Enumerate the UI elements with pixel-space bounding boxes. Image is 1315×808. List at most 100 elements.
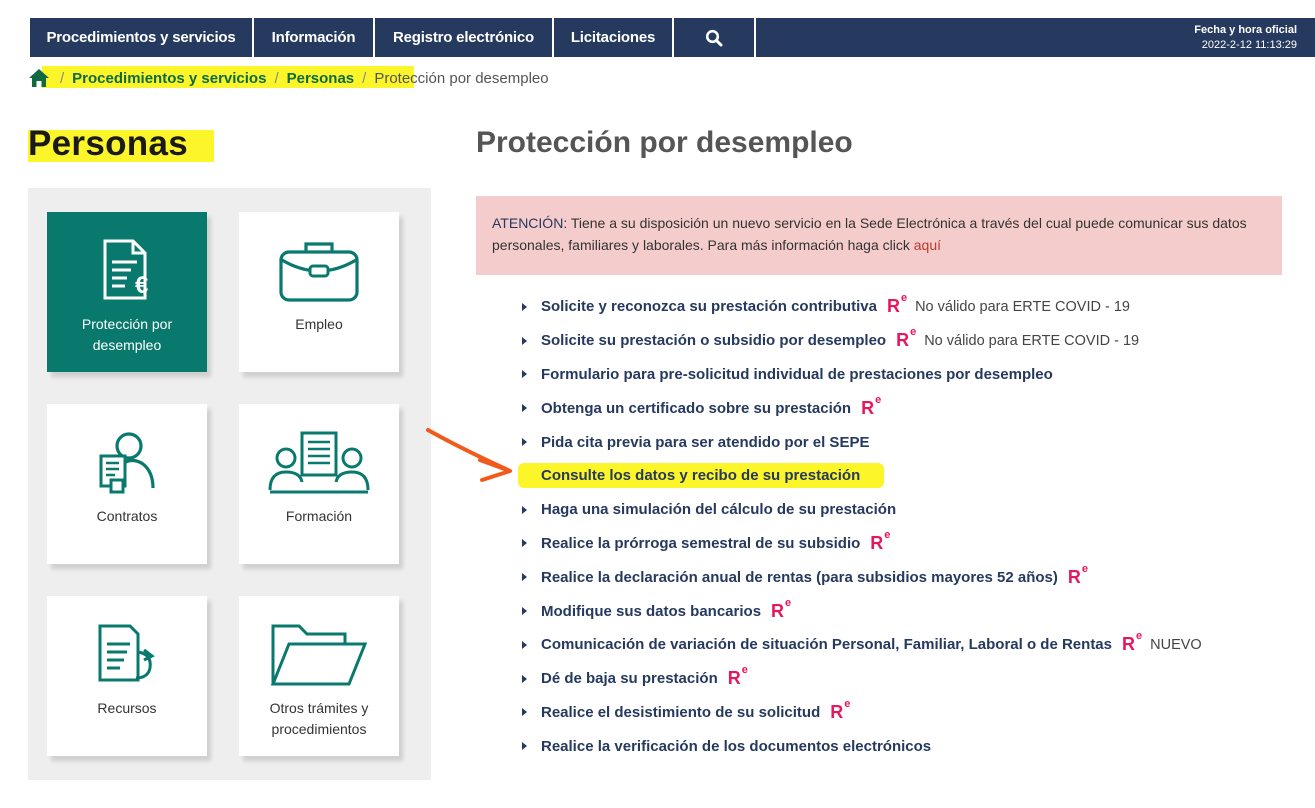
nav-procedimientos[interactable]: Procedimientos y servicios bbox=[30, 18, 254, 57]
attention-alert: ATENCIÓN: Tiene a su disposición un nuev… bbox=[476, 196, 1282, 275]
breadcrumb-separator: / bbox=[60, 69, 65, 87]
caret-right-icon bbox=[522, 674, 527, 683]
service-link[interactable]: Realice la prórroga semestral de su subs… bbox=[541, 535, 860, 552]
re-letter: R bbox=[771, 600, 785, 621]
caret-right-icon bbox=[522, 505, 527, 514]
re-superscript: e bbox=[875, 393, 882, 406]
service-link[interactable]: Solicite y reconozca su prestación contr… bbox=[541, 298, 877, 315]
breadcrumb-separator: / bbox=[274, 69, 279, 87]
service-link[interactable]: Obtenga un certificado sobre su prestaci… bbox=[541, 400, 851, 417]
caret-right-icon bbox=[522, 336, 527, 345]
re-superscript: e bbox=[741, 664, 748, 677]
service-item[interactable]: Solicite su prestación o subsidio por de… bbox=[522, 324, 1202, 358]
section-title-wrap: Personas bbox=[28, 124, 214, 164]
datetime-value: 2022-2-12 11:13:29 bbox=[1201, 38, 1297, 51]
service-item[interactable]: Formulario para pre-solicitud individual… bbox=[522, 358, 1202, 392]
service-item[interactable]: Obtenga un certificado sobre su prestaci… bbox=[522, 391, 1202, 425]
alert-link-aqui[interactable]: aquí bbox=[914, 237, 941, 253]
re-letter: R bbox=[1067, 566, 1081, 587]
re-superscript: e bbox=[910, 326, 917, 339]
page-title: Protección por desempleo bbox=[476, 126, 853, 159]
service-item[interactable]: Comunicación de variación de situación P… bbox=[522, 628, 1202, 662]
contract-person-icon bbox=[97, 404, 157, 496]
re-superscript: e bbox=[844, 697, 851, 710]
service-link[interactable]: Consulte los datos y recibo de su presta… bbox=[541, 467, 860, 484]
breadcrumb: / Procedimientos y servicios / Personas … bbox=[28, 66, 549, 90]
home-icon[interactable] bbox=[28, 67, 52, 89]
service-link[interactable]: Formulario para pre-solicitud individual… bbox=[541, 366, 1053, 383]
breadcrumb-separator: / bbox=[362, 69, 367, 87]
service-link[interactable]: Modifique sus datos bancarios bbox=[541, 603, 761, 620]
nav-licitaciones[interactable]: Licitaciones bbox=[554, 18, 674, 57]
section-title: Personas bbox=[28, 124, 188, 163]
re-superscript: e bbox=[884, 528, 891, 541]
re-letter: R bbox=[896, 330, 910, 351]
card-recursos[interactable]: Recursos bbox=[47, 596, 207, 756]
re-registro-electronico-icon: Re bbox=[771, 597, 791, 622]
service-link[interactable]: Realice la verificación de los documento… bbox=[541, 738, 931, 755]
category-panel: € Protección por desempleo Empleo Contra… bbox=[28, 188, 431, 780]
datetime-title: Fecha y hora oficial bbox=[1194, 23, 1297, 36]
card-proteccion-desempleo[interactable]: € Protección por desempleo bbox=[47, 212, 207, 372]
re-registro-electronico-icon: Re bbox=[896, 326, 916, 351]
service-link[interactable]: Dé de baja su prestación bbox=[541, 670, 718, 687]
re-superscript: e bbox=[1081, 562, 1089, 575]
service-item[interactable]: Consulte los datos y recibo de su presta… bbox=[518, 459, 1202, 493]
search-icon bbox=[705, 29, 723, 46]
breadcrumb-personas[interactable]: Personas bbox=[287, 70, 355, 87]
service-link[interactable]: Haga una simulación del cálculo de su pr… bbox=[541, 501, 896, 518]
card-otros-tramites[interactable]: Otros trámites y procedimientos bbox=[239, 596, 399, 756]
re-letter: R bbox=[830, 701, 844, 722]
service-item[interactable]: Realice la prórroga semestral de su subs… bbox=[522, 527, 1202, 561]
re-letter: R bbox=[727, 668, 741, 689]
re-registro-electronico-icon: Re bbox=[1067, 563, 1088, 588]
nav-search-button[interactable] bbox=[674, 18, 756, 57]
service-item[interactable]: Dé de baja su prestación Re bbox=[522, 662, 1202, 696]
service-link[interactable]: Realice la declaración anual de rentas (… bbox=[541, 569, 1058, 586]
re-registro-electronico-icon: Re bbox=[870, 529, 890, 554]
card-label: Recursos bbox=[97, 700, 157, 716]
re-registro-electronico-icon: Re bbox=[861, 394, 881, 419]
caret-right-icon bbox=[522, 640, 527, 649]
card-label: Formación bbox=[285, 508, 353, 524]
service-link[interactable]: Realice el desistimiento de su solicitud bbox=[541, 704, 820, 721]
caret-right-icon bbox=[522, 302, 527, 311]
card-label: Protección por desempleo bbox=[81, 316, 173, 353]
service-link[interactable]: Solicite su prestación o subsidio por de… bbox=[541, 332, 886, 349]
service-list: Solicite y reconozca su prestación contr… bbox=[518, 290, 1202, 763]
folder-icon bbox=[269, 596, 369, 688]
service-link[interactable]: Comunicación de variación de situación P… bbox=[541, 636, 1112, 653]
service-item[interactable]: Haga una simulación del cálculo de su pr… bbox=[522, 493, 1202, 527]
alert-text: : Tiene a su disposición un nuevo servic… bbox=[492, 215, 1247, 253]
re-superscript: e bbox=[1136, 630, 1143, 643]
service-item[interactable]: Realice la declaración anual de rentas (… bbox=[522, 560, 1202, 594]
re-letter: R bbox=[861, 397, 875, 418]
nav-registro[interactable]: Registro electrónico bbox=[375, 18, 554, 57]
re-letter: R bbox=[1122, 634, 1135, 655]
re-registro-electronico-icon: Re bbox=[886, 292, 907, 317]
re-superscript: e bbox=[785, 596, 792, 609]
re-registro-electronico-icon: Re bbox=[1122, 630, 1142, 655]
re-superscript: e bbox=[900, 292, 908, 305]
re-registro-electronico-icon: Re bbox=[830, 698, 850, 723]
alert-label: ATENCIÓN bbox=[492, 215, 564, 231]
caret-right-icon bbox=[522, 742, 527, 751]
official-datetime: Fecha y hora oficial 2022-2-12 11:13:29 bbox=[1194, 18, 1315, 57]
caret-right-icon bbox=[522, 539, 527, 548]
svg-text:€: € bbox=[135, 272, 148, 299]
nav-informacion[interactable]: Información bbox=[254, 18, 375, 57]
service-item[interactable]: Pida cita previa para ser atendido por e… bbox=[522, 425, 1202, 459]
breadcrumb-procedimientos[interactable]: Procedimientos y servicios bbox=[72, 70, 266, 87]
re-letter: R bbox=[886, 296, 900, 317]
caret-right-icon bbox=[522, 708, 527, 717]
service-item[interactable]: Realice la verificación de los documento… bbox=[522, 729, 1202, 763]
service-item[interactable]: Realice el desistimiento de su solicitud… bbox=[522, 696, 1202, 730]
service-item[interactable]: Solicite y reconozca su prestación contr… bbox=[522, 290, 1202, 324]
card-label: Otros trámites y procedimientos bbox=[269, 700, 369, 737]
card-empleo[interactable]: Empleo bbox=[239, 212, 399, 372]
card-formacion[interactable]: Formación bbox=[239, 404, 399, 564]
card-contratos[interactable]: Contratos bbox=[47, 404, 207, 564]
service-link[interactable]: Pida cita previa para ser atendido por e… bbox=[541, 434, 869, 451]
service-item[interactable]: Modifique sus datos bancarios Re bbox=[522, 594, 1202, 628]
